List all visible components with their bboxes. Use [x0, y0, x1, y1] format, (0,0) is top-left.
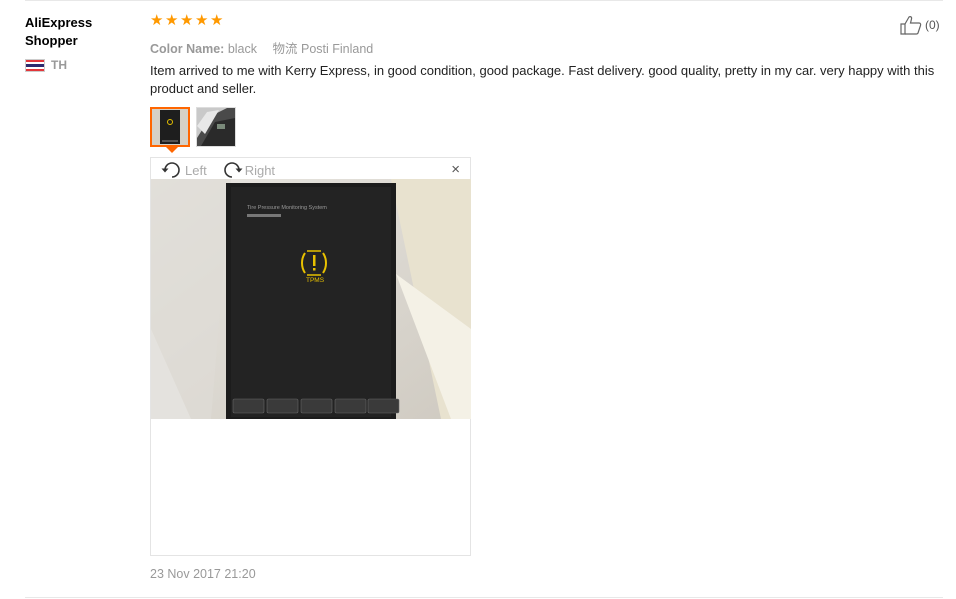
helpful-count: (0) [925, 18, 940, 32]
shipping-label: 物流 [272, 42, 298, 56]
star-icon: ★ [165, 12, 179, 29]
close-viewer-button[interactable]: × [451, 161, 460, 178]
star-icon: ★ [210, 12, 224, 29]
rotate-right-button[interactable]: Right [221, 160, 275, 180]
country-code: TH [51, 58, 67, 72]
tpms-logo-text: TPMS [306, 277, 325, 284]
color-label: Color Name: [150, 42, 225, 56]
rotate-right-icon [223, 162, 243, 178]
review-text: Item arrived to me with Kerry Express, i… [150, 63, 935, 96]
active-thumbnail-pointer [166, 147, 178, 153]
rotate-right-label: Right [244, 162, 276, 178]
car-interior-thumbnail-image [197, 108, 235, 146]
box-title-text: Tire Pressure Monitoring System [247, 205, 327, 211]
thailand-flag-icon [25, 58, 45, 72]
top-divider [25, 0, 943, 1]
review-date: 23 Nov 2017 21:20 [150, 567, 256, 581]
rotate-left-label: Left [185, 162, 207, 178]
photo-viewer: Left Right × Tire Pressure Monitoring Sy… [150, 157, 471, 556]
photo-thumbnail-1[interactable] [150, 107, 190, 147]
reviewer-country: TH [25, 58, 135, 72]
sku-info: Color Name: black 物流 Posti Finland [150, 38, 373, 57]
photo-thumbnail-2[interactable] [196, 107, 236, 147]
bottom-divider [25, 597, 943, 598]
reviewer-info: AliExpress Shopper TH [25, 14, 135, 72]
tpms-box-thumbnail-image [152, 109, 188, 145]
rotate-left-icon [161, 162, 180, 178]
thumbs-up-icon [900, 16, 922, 35]
reviewer-name: AliExpress Shopper [25, 15, 93, 48]
rotate-left-button[interactable]: Left [161, 160, 207, 180]
color-value: black [227, 42, 257, 56]
helpful-button[interactable]: (0) [900, 15, 940, 35]
review-photo: Tire Pressure Monitoring System TPMS [151, 179, 471, 419]
star-icon: ★ [180, 12, 194, 29]
star-icon: ★ [150, 12, 164, 29]
star-rating: ★ ★ ★ ★ ★ [150, 12, 224, 29]
viewer-toolbar: Left Right [161, 160, 275, 180]
photo-thumbnails [150, 107, 236, 147]
star-icon: ★ [195, 12, 209, 29]
shipping-value: Posti Finland [300, 42, 374, 56]
tpms-box-photo: Tire Pressure Monitoring System TPMS [151, 179, 471, 419]
